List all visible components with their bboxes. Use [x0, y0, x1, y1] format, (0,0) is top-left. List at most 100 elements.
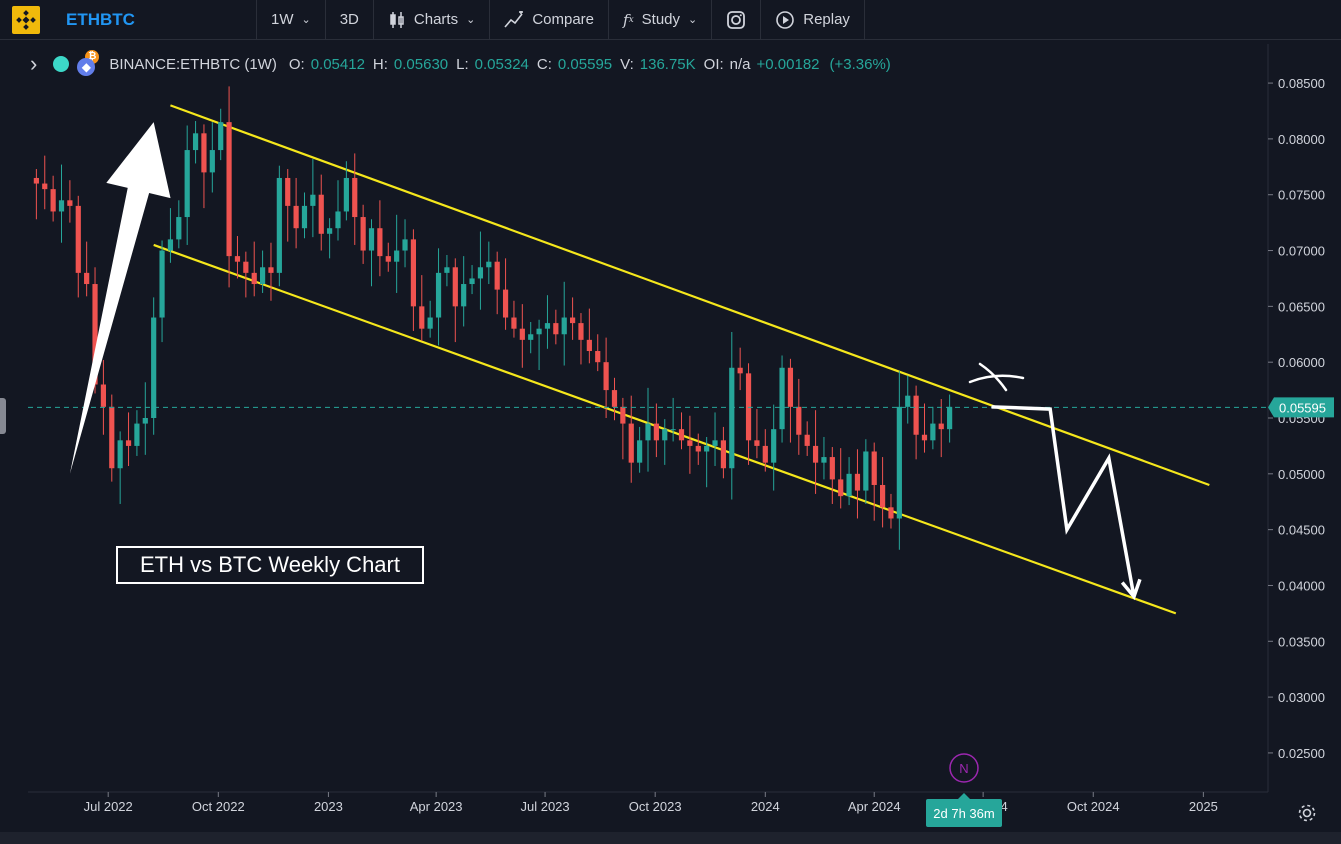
camera-icon [726, 10, 746, 30]
candle-body [33, 177, 39, 184]
candle-body [327, 228, 333, 234]
series-legend: › ₿ ◆ BINANCE:ETHBTC (1W) O: 0.05412 H: … [30, 50, 891, 76]
candle-body [377, 228, 383, 257]
candle-body [519, 328, 525, 340]
legend-open-value: 0.05412 [310, 55, 365, 73]
price-tick-label: 0.03000 [1278, 690, 1325, 705]
study-label: Study [641, 11, 681, 28]
legend-oi-label: OI: [703, 55, 724, 73]
candle-body [75, 205, 81, 273]
function-icon: fx [623, 10, 634, 29]
candle-body [528, 334, 534, 340]
candle-body [586, 339, 592, 352]
candle-body [276, 177, 282, 273]
candle-body [704, 445, 710, 452]
chart-type-label: Charts [413, 11, 459, 28]
time-badge-pointer [958, 793, 970, 799]
candle-body [687, 440, 693, 446]
candle-body [720, 440, 727, 469]
compare-icon [504, 10, 524, 29]
candle-body [905, 395, 911, 407]
snapshot-button[interactable] [711, 0, 760, 40]
compare-button[interactable]: Compare [489, 0, 608, 40]
candle-body [544, 323, 551, 329]
candle-body [678, 429, 685, 441]
symbol-button[interactable]: ETHBTC [66, 10, 256, 30]
price-tick-label: 0.08500 [1278, 76, 1325, 91]
candle-body [779, 367, 785, 430]
candle-body [192, 133, 199, 151]
replay-label: Replay [803, 11, 850, 28]
candle-body [569, 317, 576, 324]
collapse-chevron-icon[interactable]: › [30, 53, 37, 75]
study-button[interactable]: fx Study ⌄ [608, 0, 711, 40]
candle-body [360, 217, 366, 251]
chevron-down-icon: ⌄ [466, 14, 476, 26]
candle-body [745, 373, 752, 441]
price-chart[interactable]: ETH vs BTC Weekly ChartN 0.085000.080000… [0, 40, 1341, 832]
chart-type-button[interactable]: Charts ⌄ [372, 0, 489, 40]
candle-body [218, 122, 224, 151]
candle-body [553, 323, 559, 335]
candle-body [603, 362, 609, 391]
top-toolbar: ETHBTC 1W ⌄ 3D Charts ⌄ Compare fx Study… [0, 0, 1341, 40]
candle-body [151, 317, 157, 418]
candle-body [84, 272, 90, 285]
candle-body [821, 457, 827, 463]
price-tick-label: 0.03500 [1278, 634, 1325, 649]
time-tick-label: Apr 2023 [410, 799, 463, 814]
candle-body [804, 434, 810, 446]
candle-body [444, 267, 450, 273]
candle-body [578, 323, 584, 340]
candle-body [712, 440, 718, 446]
candle-body [796, 406, 802, 435]
settings-gear-icon[interactable] [1296, 802, 1318, 824]
legend-open-label: O: [288, 55, 305, 73]
time-tick-label: Jul 2022 [84, 799, 133, 814]
time-tick-label: Jul 2023 [520, 799, 569, 814]
price-axis[interactable]: 0.08500 0.08000 0.07500 0.07000 0.06500 0.060… [1267, 44, 1334, 792]
candle-body [352, 177, 358, 218]
candle-body [310, 194, 316, 206]
candle-body [159, 250, 165, 318]
candle-body [637, 440, 643, 463]
candle-body [771, 429, 777, 463]
view-3d-button[interactable]: 3D [324, 0, 373, 40]
candle-body [419, 306, 425, 329]
side-panel-handle[interactable] [0, 398, 6, 434]
candle-body [461, 284, 467, 307]
interval-button[interactable]: 1W ⌄ [256, 0, 325, 40]
eth-btc-icon: ₿ ◆ [75, 50, 101, 76]
candle-body [100, 384, 107, 407]
candle-body [896, 406, 902, 519]
candle-body [871, 451, 877, 485]
candle-body [125, 440, 132, 446]
price-tick-label: 0.07000 [1278, 244, 1325, 259]
time-tick-label: Oct 2022 [192, 799, 245, 814]
candle-body [42, 183, 48, 190]
time-tick-label: 2023 [314, 799, 343, 814]
price-tick-label: 0.07500 [1278, 188, 1325, 203]
candle-body [67, 200, 73, 206]
play-icon [775, 10, 795, 30]
candle-body [913, 395, 919, 435]
bottom-bar [0, 832, 1341, 844]
candle-body [611, 390, 618, 407]
legend-volume-label: V: [620, 55, 634, 73]
candle-body [477, 267, 484, 279]
candle-body [930, 423, 936, 441]
time-tick-label: 2024 [751, 799, 780, 814]
replay-button[interactable]: Replay [760, 0, 865, 40]
time-axis[interactable]: Jul 2022 Oct 2022 2023 Apr 2023 Jul 2023 Oct … [28, 791, 1268, 827]
legend-volume-value: 136.75K [639, 55, 696, 73]
status-dot [53, 56, 70, 72]
candle-body [469, 278, 475, 285]
candle-body [670, 429, 676, 431]
price-tick-label: 0.06500 [1278, 299, 1325, 314]
candle-body [645, 423, 651, 441]
candle-body [394, 250, 400, 262]
candle-body [234, 256, 241, 262]
price-tick-label: 0.04000 [1278, 578, 1325, 593]
legend-title: BINANCE:ETHBTC (1W) [109, 55, 277, 73]
candle-body [536, 328, 542, 335]
